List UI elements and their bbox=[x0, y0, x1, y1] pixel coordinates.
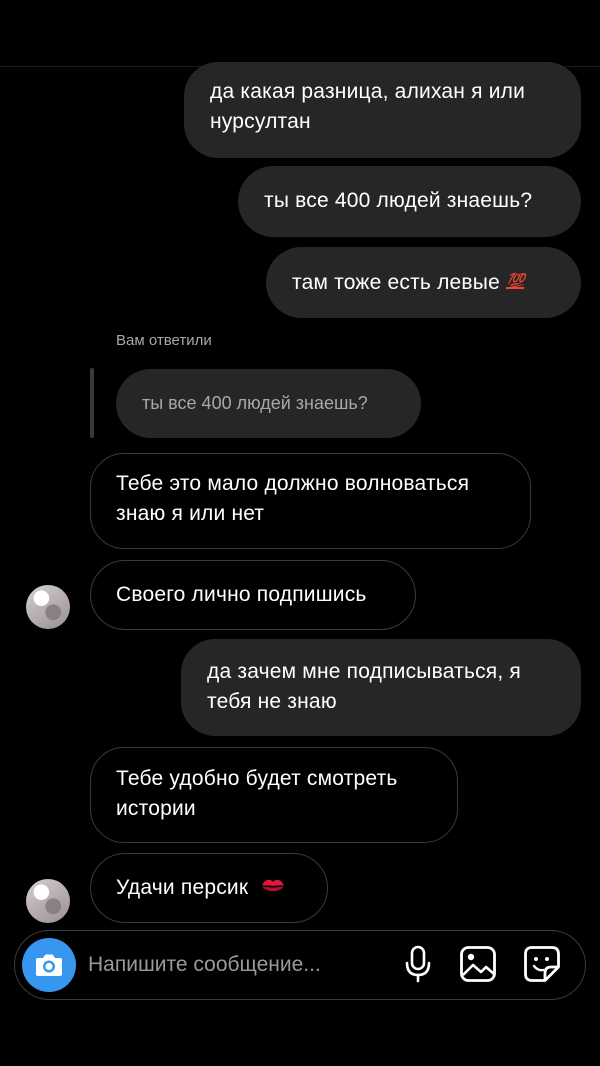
message-line: да какая разница, алихан я или bbox=[210, 80, 526, 103]
message-bubble-incoming[interactable]: Тебе это мало должно волноваться знаю я … bbox=[90, 453, 531, 549]
message-bubble-incoming[interactable]: Удачи персик bbox=[90, 853, 328, 923]
camera-button[interactable] bbox=[22, 938, 76, 992]
kiss-mark-emoji bbox=[260, 875, 286, 895]
quoted-message[interactable]: ты все 400 людей знаешь? bbox=[116, 369, 421, 438]
message-text: там тоже есть левые bbox=[292, 271, 500, 294]
sticker-icon bbox=[523, 945, 561, 983]
message-line: Тебе это мало должно волноваться bbox=[116, 472, 470, 495]
message-bubble-incoming[interactable]: Своего лично подпишись bbox=[90, 560, 416, 630]
message-line: Своего лично подпишись bbox=[116, 583, 367, 606]
message-bubble-outgoing[interactable]: там тоже есть левые 💯 bbox=[266, 247, 581, 318]
message-line: истории bbox=[116, 797, 196, 820]
message-bubble-outgoing[interactable]: да зачем мне подписываться, я тебя не зн… bbox=[181, 639, 581, 736]
message-bubble-outgoing[interactable]: ты все 400 людей знаешь? bbox=[238, 166, 581, 237]
message-line: знаю я или нет bbox=[116, 502, 265, 525]
message-line: нурсултан bbox=[210, 110, 311, 133]
reply-label: Вам ответили bbox=[116, 332, 212, 349]
sticker-button[interactable] bbox=[522, 944, 562, 984]
gallery-button[interactable] bbox=[458, 944, 498, 984]
message-input[interactable] bbox=[88, 944, 378, 986]
sender-avatar[interactable] bbox=[26, 585, 70, 629]
message-line: тебя не знаю bbox=[207, 690, 337, 713]
reply-quote-bar bbox=[90, 368, 94, 438]
message-line: да зачем мне подписываться, я bbox=[207, 660, 522, 683]
camera-icon bbox=[34, 952, 64, 978]
message-line: Тебе удобно будет смотреть bbox=[116, 767, 398, 790]
message-bubble-incoming[interactable]: Тебе удобно будет смотреть истории bbox=[90, 747, 458, 843]
message-line: ты все 400 людей знаешь? bbox=[264, 189, 533, 212]
gallery-icon bbox=[459, 945, 497, 983]
message-text: Удачи персик bbox=[116, 876, 249, 899]
hundred-points-emoji: 💯 bbox=[505, 273, 525, 290]
sender-avatar[interactable] bbox=[26, 879, 70, 923]
microphone-icon bbox=[404, 945, 432, 983]
message-bubble-outgoing[interactable]: да какая разница, алихан я или нурсултан bbox=[184, 62, 581, 158]
microphone-button[interactable] bbox=[398, 944, 438, 984]
